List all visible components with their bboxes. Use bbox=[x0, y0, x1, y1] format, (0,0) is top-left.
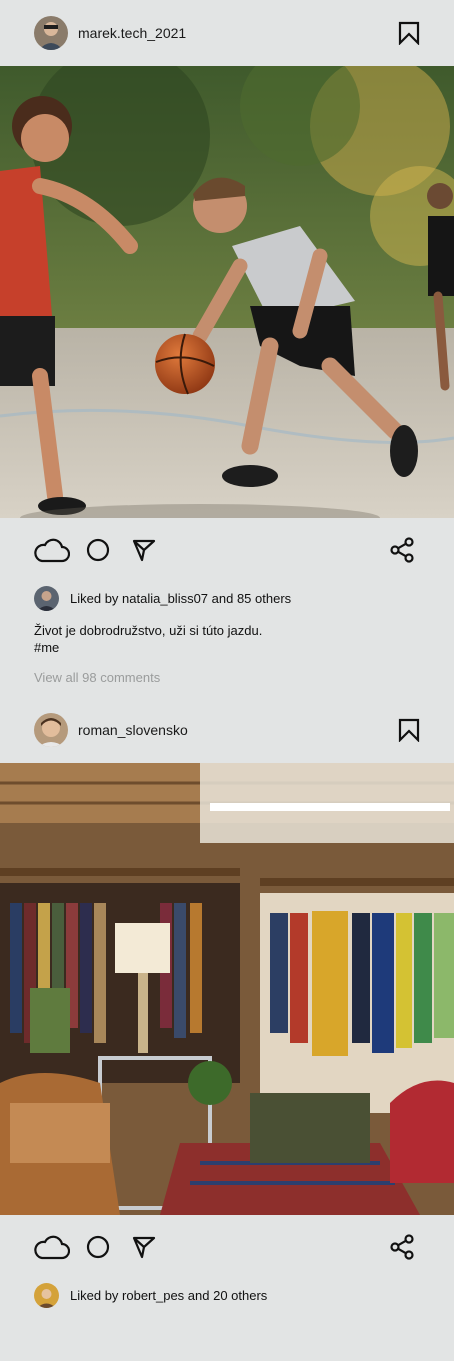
caption: Život je dobrodružstvo, uži si túto jazd… bbox=[0, 622, 454, 656]
bookmark-icon[interactable] bbox=[398, 21, 420, 45]
send-icon[interactable] bbox=[126, 1233, 162, 1261]
post-1: marek.tech_2021 Liked by natalia_bliss07… bbox=[0, 0, 454, 685]
likes-row: Liked by natalia_bliss07 and 85 others bbox=[0, 582, 454, 614]
post-image[interactable] bbox=[0, 763, 454, 1215]
username[interactable]: roman_slovensko bbox=[78, 722, 188, 738]
post-image[interactable] bbox=[0, 66, 454, 518]
post-actions bbox=[0, 1215, 454, 1279]
likes-text[interactable]: Liked by natalia_bliss07 and 85 others bbox=[70, 591, 291, 606]
cloud-like-icon[interactable] bbox=[34, 1233, 70, 1261]
caption-text: Život je dobrodružstvo, uži si túto jazd… bbox=[34, 623, 263, 638]
liker-avatar[interactable] bbox=[34, 585, 59, 611]
send-icon[interactable] bbox=[126, 536, 162, 564]
view-comments-link[interactable]: View all 98 comments bbox=[0, 670, 454, 685]
avatar[interactable] bbox=[34, 713, 68, 747]
share-icon[interactable] bbox=[384, 1233, 420, 1261]
share-icon[interactable] bbox=[384, 536, 420, 564]
post-actions bbox=[0, 518, 454, 582]
caption-hashtag[interactable]: #me bbox=[34, 639, 420, 656]
avatar[interactable] bbox=[34, 16, 68, 50]
circle-comment-icon[interactable] bbox=[80, 1233, 116, 1261]
username[interactable]: marek.tech_2021 bbox=[78, 25, 186, 41]
post-header: roman_slovensko bbox=[0, 697, 454, 763]
post-2: roman_slovensko Liked by robert_pes and … bbox=[0, 697, 454, 1311]
cloud-like-icon[interactable] bbox=[34, 536, 70, 564]
likes-text[interactable]: Liked by robert_pes and 20 others bbox=[70, 1288, 267, 1303]
post-header: marek.tech_2021 bbox=[0, 0, 454, 66]
likes-row: Liked by robert_pes and 20 others bbox=[0, 1279, 454, 1311]
circle-comment-icon[interactable] bbox=[80, 536, 116, 564]
liker-avatar[interactable] bbox=[34, 1282, 59, 1308]
bookmark-icon[interactable] bbox=[398, 718, 420, 742]
